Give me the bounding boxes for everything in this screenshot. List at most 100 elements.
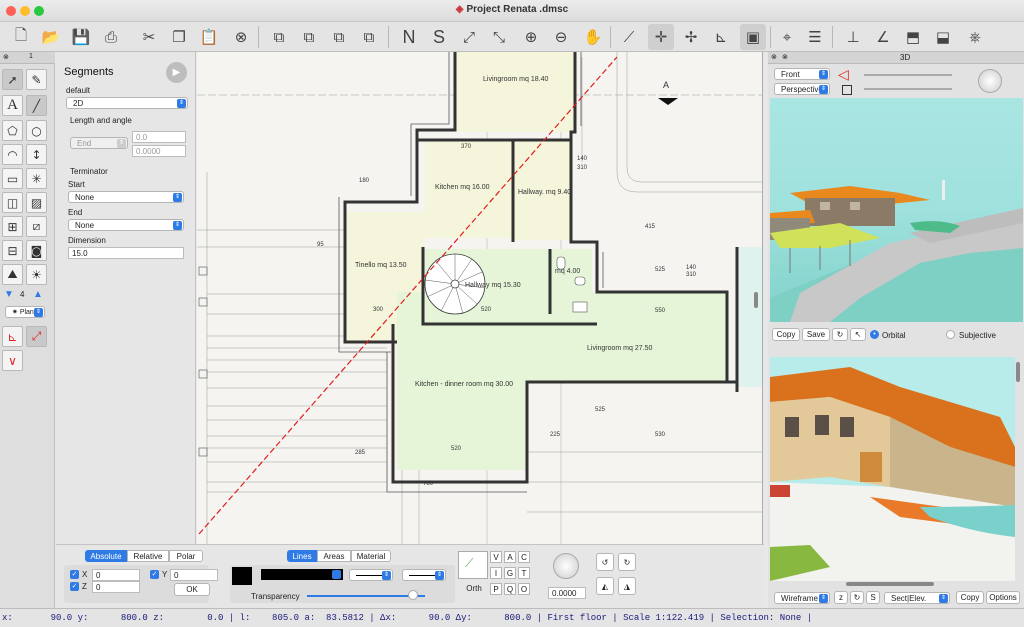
- snap-a-button[interactable]: A: [504, 551, 516, 563]
- copy-bottom-button[interactable]: Copy: [956, 591, 984, 604]
- save-icon[interactable]: 💾: [68, 24, 94, 50]
- copy-3d-button[interactable]: Copy: [772, 328, 800, 341]
- snap-i-button[interactable]: I: [490, 567, 502, 579]
- palette-close-icon[interactable]: ⊗: [3, 53, 9, 61]
- mirror-horizontal-icon[interactable]: ◭: [596, 577, 614, 595]
- star-tool-icon[interactable]: ✳: [26, 168, 47, 189]
- cone-icon[interactable]: ◁: [838, 66, 849, 83]
- end-mode-dropdown[interactable]: End ⇕: [70, 137, 128, 149]
- line-color-swatch[interactable]: [232, 567, 252, 585]
- bring-forward-icon[interactable]: ⧉: [296, 24, 322, 50]
- coordinate-origin-icon[interactable]: ⊾: [708, 24, 734, 50]
- length-input[interactable]: 0.0: [132, 131, 186, 143]
- diagonal-snap-icon[interactable]: ⤢: [26, 326, 47, 347]
- send-back-icon[interactable]: ⧉: [356, 24, 382, 50]
- wall-tool-icon[interactable]: ◫: [2, 192, 23, 213]
- snap-g-button[interactable]: G: [504, 567, 516, 579]
- orth-toggle[interactable]: Orth: [458, 583, 490, 595]
- refresh-icon[interactable]: ↻: [832, 328, 848, 341]
- level-up-icon[interactable]: ▲: [33, 289, 43, 300]
- floor-tool-icon[interactable]: ⧄: [26, 216, 47, 237]
- line-end-dropdown[interactable]: ⇕: [402, 569, 446, 581]
- fov-slider[interactable]: [864, 74, 952, 76]
- save-3d-button[interactable]: Save: [802, 328, 830, 341]
- text-tool-icon[interactable]: A: [2, 95, 23, 116]
- snap-v-button[interactable]: V: [490, 551, 502, 563]
- snap-point-icon[interactable]: ✢: [678, 24, 704, 50]
- tab-material[interactable]: Material: [351, 550, 391, 562]
- new-file-icon[interactable]: 🗋: [8, 24, 34, 50]
- snap-t-button[interactable]: T: [518, 567, 530, 579]
- arc-tool-icon[interactable]: ◠: [2, 144, 23, 165]
- tab-relative[interactable]: Relative: [127, 550, 169, 562]
- s-button[interactable]: S: [866, 591, 880, 604]
- copy-icon[interactable]: ❐: [166, 24, 192, 50]
- options-button[interactable]: Options: [986, 591, 1020, 604]
- snap-c-button[interactable]: C: [518, 551, 530, 563]
- orbital-radio[interactable]: •: [870, 330, 879, 339]
- plan-canvas[interactable]: Livingroom mq 18.40 Kitchen mq 16.00 Hal…: [197, 52, 763, 544]
- delete-icon[interactable]: ⊗: [228, 24, 254, 50]
- hatch-tool-icon[interactable]: ▨: [26, 192, 47, 213]
- render-mode-dropdown[interactable]: Wireframe ⇕: [774, 592, 830, 604]
- x-input[interactable]: 0: [92, 569, 140, 581]
- open-folder-icon[interactable]: 📂: [38, 24, 64, 50]
- window-tool-icon[interactable]: ⊞: [2, 216, 23, 237]
- view-direction-dropdown[interactable]: Front ⇕: [774, 68, 830, 80]
- panel-3d-expand-icon[interactable]: ⊗: [782, 53, 788, 61]
- snap-preview[interactable]: ⟋: [458, 551, 488, 579]
- orbital-3d-view[interactable]: [770, 98, 1023, 322]
- default-dropdown[interactable]: 2D ⇕: [66, 97, 188, 109]
- zoom-out-icon[interactable]: ⊖: [548, 24, 574, 50]
- line-width-dropdown[interactable]: ⇕: [349, 569, 393, 581]
- angle-snap-icon[interactable]: ∨: [2, 350, 23, 371]
- zoom-extents-icon[interactable]: ⤢: [456, 24, 482, 50]
- crosshair-icon[interactable]: ✛: [648, 24, 674, 50]
- rotate-ccw-icon[interactable]: ↺: [596, 553, 614, 571]
- tab-lines[interactable]: Lines: [287, 550, 317, 562]
- paste-icon[interactable]: 📋: [196, 24, 222, 50]
- camera-tool-icon[interactable]: ◙: [26, 240, 47, 261]
- mirror-vertical-icon[interactable]: ◮: [618, 577, 636, 595]
- send-backward-icon[interactable]: ⧉: [326, 24, 352, 50]
- start-terminator-dropdown[interactable]: None ⇕: [68, 191, 184, 203]
- rotation-dial[interactable]: [553, 553, 579, 579]
- light-tool-icon[interactable]: ☀: [26, 264, 47, 285]
- plan-scroll-thumb[interactable]: [754, 292, 758, 308]
- y-input[interactable]: 0: [170, 569, 218, 581]
- x-checkbox[interactable]: ✓: [70, 570, 79, 579]
- line-tool-icon[interactable]: ⟋: [616, 24, 642, 50]
- snap-q-button[interactable]: Q: [504, 583, 516, 595]
- view-mode-dropdown[interactable]: ✷ Plan ⇕: [5, 306, 45, 318]
- snap-p-button[interactable]: P: [490, 583, 502, 595]
- bring-front-icon[interactable]: ⧉: [266, 24, 292, 50]
- print-icon[interactable]: ⎙: [98, 24, 124, 50]
- level-down-icon[interactable]: ▼: [4, 289, 14, 300]
- pan-hand-icon[interactable]: ✋: [580, 24, 606, 50]
- box-3d-icon[interactable]: ⬒: [900, 24, 926, 50]
- render-vscroll-thumb[interactable]: [1016, 362, 1020, 382]
- z-button[interactable]: z: [834, 591, 848, 604]
- y-checkbox[interactable]: ✓: [150, 570, 159, 579]
- square-icon[interactable]: [842, 85, 852, 95]
- objects-3d-icon[interactable]: ⬓: [930, 24, 956, 50]
- ok-button[interactable]: OK: [174, 583, 210, 596]
- dimension-input[interactable]: 15.0: [68, 247, 184, 259]
- end-terminator-dropdown[interactable]: None ⇕: [68, 219, 184, 231]
- projection-dropdown[interactable]: Perspective ⇕: [774, 83, 830, 95]
- zoom-in-icon[interactable]: ⊕: [518, 24, 544, 50]
- height-slider[interactable]: [864, 88, 952, 90]
- axes-icon[interactable]: ⊾: [2, 326, 23, 347]
- refresh-3d-icon[interactable]: ↻: [850, 591, 864, 604]
- section-elevation-dropdown[interactable]: Sect|Elev. ⇕: [884, 592, 950, 604]
- angle-dim-icon[interactable]: ∠: [870, 24, 896, 50]
- play-icon[interactable]: ▶: [166, 62, 187, 83]
- tab-absolute[interactable]: Absolute: [85, 550, 127, 562]
- render-wheel-icon[interactable]: ⎈: [962, 24, 988, 50]
- angle-input[interactable]: 0.0000: [132, 145, 186, 157]
- render-3d-view[interactable]: [770, 357, 1015, 581]
- north-text-button[interactable]: N: [396, 24, 422, 50]
- subjective-radio[interactable]: [946, 330, 955, 339]
- circle-tool-icon[interactable]: ○: [26, 120, 47, 141]
- z-input[interactable]: 0: [92, 581, 140, 593]
